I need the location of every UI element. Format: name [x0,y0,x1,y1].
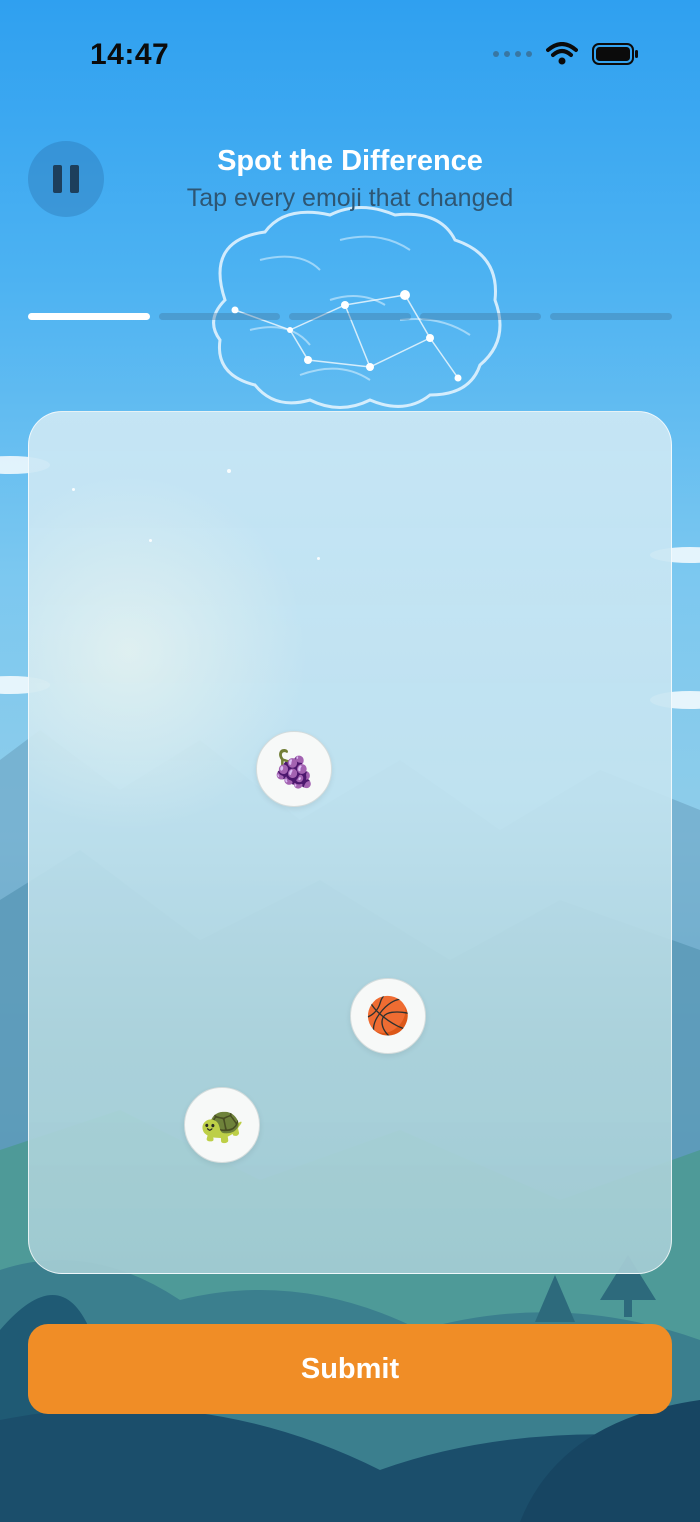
status-icons [493,42,640,66]
emoji-turtle[interactable]: 🐢 [184,1087,260,1163]
sparkle [149,539,152,542]
sparkle [72,488,75,491]
game-board: 🍇 🏀 🐢 [28,411,672,1274]
progress-segment-1 [28,313,150,320]
progress-segment-3 [289,313,411,320]
round-progress [28,313,672,320]
submit-button[interactable]: Submit [28,1324,672,1414]
status-bar: 14:47 [0,0,700,110]
page-title: Spot the Difference [217,145,483,177]
sparkle [227,469,231,473]
emoji-basketball[interactable]: 🏀 [350,978,426,1054]
progress-segment-5 [550,313,672,320]
sparkle [317,557,320,560]
game-screen: 14:47 Spot the Difference Tap every emoj… [0,0,700,1522]
signal-dots-icon [493,51,532,57]
emoji-grapes[interactable]: 🍇 [256,731,332,807]
battery-icon [592,43,638,65]
status-time: 14:47 [90,38,170,71]
progress-segment-2 [158,313,281,320]
wifi-icon [546,42,578,65]
progress-segment-4 [419,313,542,320]
page-subtitle: Tap every emoji that changed [186,184,514,212]
